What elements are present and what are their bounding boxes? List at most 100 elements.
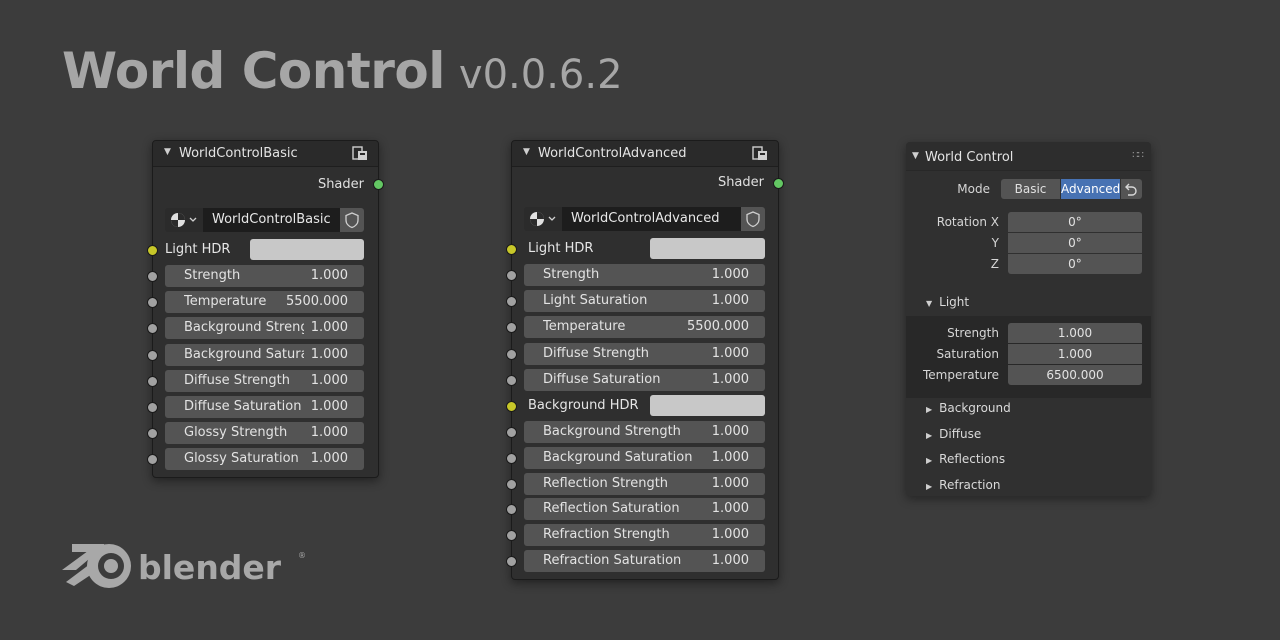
fake-user-shield-icon[interactable]: [741, 207, 765, 231]
mode-basic-button[interactable]: Basic: [1001, 179, 1060, 199]
field-label: Glossy Strength: [184, 425, 288, 441]
input-field[interactable]: Glossy Strength 1.000: [165, 422, 364, 445]
collapsed-subpanel-header[interactable]: ▶ Refraction: [926, 478, 1000, 492]
input-socket[interactable]: [506, 270, 517, 281]
rotation-field[interactable]: 0°: [1008, 254, 1142, 274]
light-hdr-socket[interactable]: [506, 244, 517, 255]
collapsed-subpanel-header[interactable]: ▶ Reflections: [926, 452, 1005, 466]
input-socket[interactable]: [506, 322, 517, 334]
input-socket[interactable]: [506, 427, 517, 438]
light-field[interactable]: 1.000: [1008, 323, 1142, 343]
node-title: WorldControlAdvanced: [538, 146, 687, 161]
input-field[interactable]: Strength 1.000: [524, 264, 765, 286]
node-tree-icon[interactable]: [165, 208, 203, 232]
input-socket[interactable]: [147, 402, 158, 413]
fake-user-shield-icon[interactable]: [340, 208, 364, 232]
collapsed-subpanel-header[interactable]: ▶ Background: [926, 401, 1011, 415]
field-value: 1.000: [310, 346, 348, 362]
node-group-selector[interactable]: WorldControlAdvanced: [524, 207, 765, 231]
input-field[interactable]: Diffuse Saturation 1.000: [524, 368, 765, 391]
node-group-selector[interactable]: WorldControlBasic: [165, 208, 364, 232]
input-socket[interactable]: [506, 530, 517, 542]
input-field[interactable]: Background Strength 1.000: [524, 421, 765, 443]
reset-button[interactable]: [1121, 179, 1142, 199]
collapse-triangle-icon[interactable]: ▼: [912, 151, 919, 161]
collapse-triangle-icon[interactable]: ▼: [164, 147, 171, 157]
light-field[interactable]: 1.000: [1008, 344, 1142, 364]
drag-handle-icon[interactable]: ∷∷: [1132, 150, 1144, 161]
input-socket[interactable]: [147, 349, 158, 361]
input-socket[interactable]: [147, 323, 158, 335]
shader-output-socket[interactable]: [773, 178, 784, 189]
node-header[interactable]: ▼ WorldControlBasic: [153, 141, 378, 167]
field-value: 1.000: [711, 345, 749, 361]
node-group-icon[interactable]: [752, 145, 768, 161]
input-field[interactable]: Reflection Saturation 1.000: [524, 498, 765, 521]
input-socket[interactable]: [147, 271, 158, 282]
input-socket[interactable]: [506, 348, 517, 360]
field-value: 5500.000: [285, 294, 348, 310]
title-main: World Control: [62, 42, 445, 100]
input-socket[interactable]: [506, 478, 517, 490]
rotation-field[interactable]: 0°: [1008, 212, 1142, 232]
input-socket[interactable]: [147, 454, 158, 466]
collapsed-triangle-icon: ▶: [926, 481, 933, 491]
light-field-label: Temperature: [922, 368, 999, 382]
mode-advanced-button[interactable]: Advanced: [1061, 179, 1120, 199]
field-label: Diffuse Saturation: [184, 399, 302, 414]
input-socket[interactable]: [147, 428, 158, 440]
field-label: Reflection Saturation: [543, 501, 680, 517]
field-label: Refraction Strength: [543, 527, 670, 543]
node-tree-icon[interactable]: [524, 207, 562, 231]
shader-output-socket[interactable]: [373, 179, 384, 190]
input-field[interactable]: Refraction Strength 1.000: [524, 524, 765, 547]
light-subpanel-header[interactable]: ▼ Light: [926, 295, 969, 309]
input-field[interactable]: Background Saturation 1.000: [524, 446, 765, 469]
input-field[interactable]: Temperature 5500.000: [524, 316, 765, 339]
input-field[interactable]: Glossy Saturation 1.000: [165, 448, 364, 471]
input-field[interactable]: Diffuse Strength 1.000: [165, 369, 364, 392]
input-field[interactable]: Background Streng 1.000: [165, 317, 364, 340]
expanded-triangle-icon: ▼: [926, 299, 933, 308]
node-world-control-advanced[interactable]: ▼ WorldControlAdvanced Shader WorldContr…: [506, 140, 784, 580]
node-world-control-basic[interactable]: ▼ WorldControlBasic Shader WorldControlB…: [147, 140, 384, 478]
background-hdr-socket[interactable]: [506, 401, 517, 412]
collapsed-subpanel-header[interactable]: ▶ Diffuse: [926, 427, 981, 441]
input-field[interactable]: Reflection Strength 1.000: [524, 472, 765, 495]
light-hdr-color-field[interactable]: [250, 239, 364, 260]
node-header[interactable]: ▼ WorldControlAdvanced: [512, 141, 778, 167]
panel-header[interactable]: ▼ World Control ∷∷: [906, 142, 1151, 171]
input-field[interactable]: Temperature 5500.000: [165, 291, 364, 314]
light-field[interactable]: 6500.000: [1008, 365, 1142, 385]
input-field[interactable]: Light Saturation 1.000: [524, 290, 765, 313]
input-socket[interactable]: [506, 452, 517, 464]
node-group-icon[interactable]: [352, 145, 368, 161]
input-socket[interactable]: [506, 296, 517, 308]
light-subpanel-title: Light: [939, 295, 970, 309]
input-field[interactable]: Diffuse Saturation 1.000: [165, 396, 364, 418]
input-field[interactable]: Diffuse Strength 1.000: [524, 342, 765, 365]
field-label: Diffuse Strength: [184, 372, 290, 388]
light-hdr-socket[interactable]: [147, 245, 158, 256]
input-socket[interactable]: [147, 375, 158, 387]
field-label: Glossy Saturation: [184, 451, 299, 467]
input-socket[interactable]: [506, 374, 517, 386]
input-socket[interactable]: [506, 504, 517, 516]
input-socket[interactable]: [147, 297, 158, 309]
subpanel-title: Refraction: [939, 477, 1001, 492]
field-value: 1.000: [711, 371, 749, 387]
background-hdr-color-field[interactable]: [650, 395, 765, 416]
light-hdr-label: Light HDR: [165, 242, 231, 257]
input-field[interactable]: Strength 1.000: [165, 265, 364, 287]
field-label: Strength: [184, 268, 241, 283]
node-group-name[interactable]: WorldControlAdvanced: [562, 207, 741, 231]
input-socket[interactable]: [506, 556, 517, 567]
input-field[interactable]: Background Satura 1.000: [165, 343, 364, 366]
input-field[interactable]: Refraction Saturation 1.000: [524, 550, 765, 572]
rotation-field[interactable]: 0°: [1008, 233, 1142, 253]
subpanel-title: Diffuse: [939, 426, 982, 441]
collapse-triangle-icon[interactable]: ▼: [523, 147, 530, 157]
node-group-name[interactable]: WorldControlBasic: [203, 208, 340, 232]
light-hdr-color-field[interactable]: [650, 238, 765, 259]
background-hdr-label: Background HDR: [528, 398, 639, 413]
